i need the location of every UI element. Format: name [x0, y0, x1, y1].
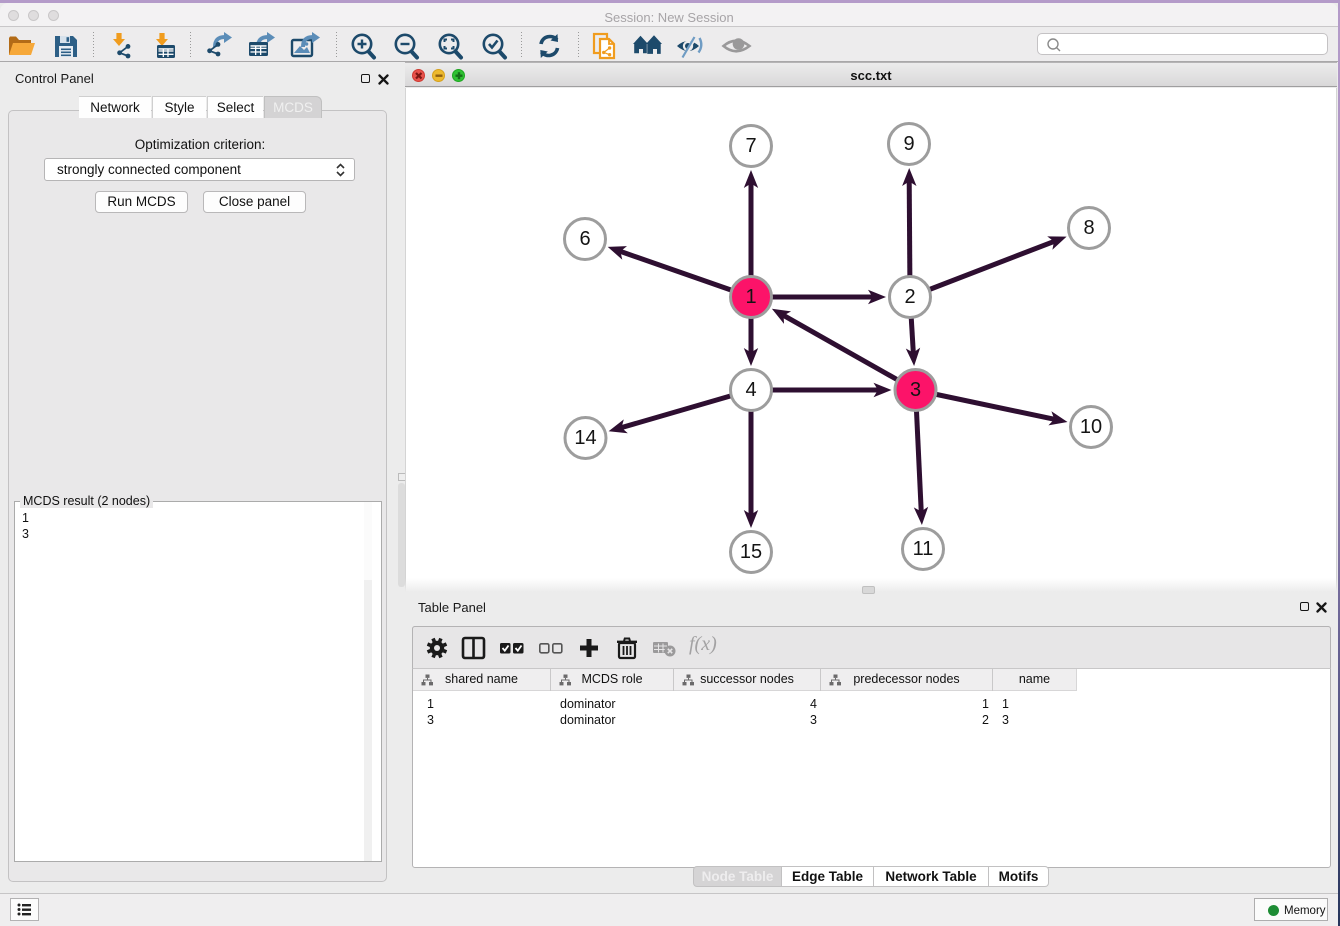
svg-text:4: 4 — [745, 379, 756, 401]
svg-text:6: 6 — [579, 228, 590, 250]
svg-text:8: 8 — [1083, 217, 1094, 239]
svg-text:14: 14 — [574, 427, 596, 449]
svg-text:10: 10 — [1080, 416, 1102, 438]
svg-text:9: 9 — [903, 133, 914, 155]
svg-text:11: 11 — [913, 538, 934, 560]
svg-text:3: 3 — [910, 379, 921, 401]
svg-text:2: 2 — [904, 286, 915, 308]
svg-text:1: 1 — [745, 286, 756, 308]
svg-text:7: 7 — [745, 135, 756, 157]
svg-text:15: 15 — [740, 541, 762, 563]
